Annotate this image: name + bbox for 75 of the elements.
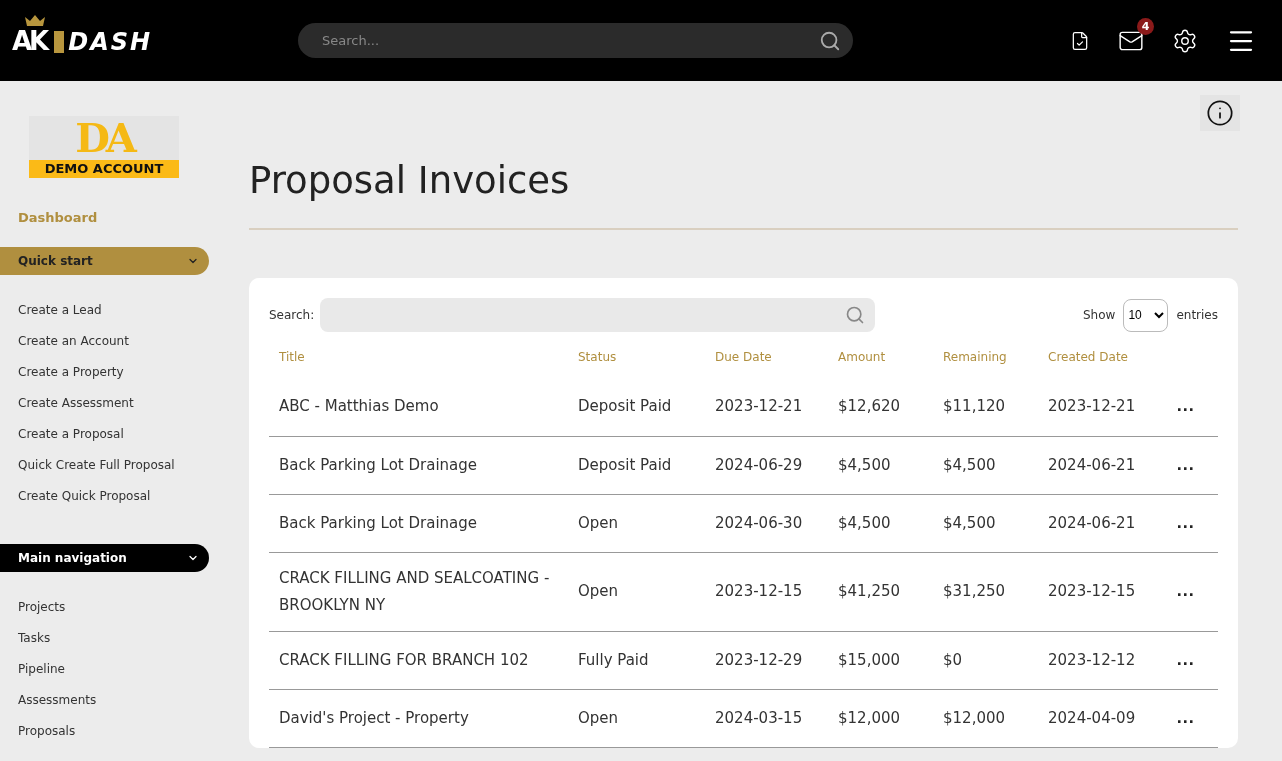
show-label: Show	[1083, 308, 1116, 322]
sidebar-item[interactable]: Quick Create Full Proposal	[18, 450, 210, 481]
row-actions-button[interactable]: ...	[1170, 394, 1201, 418]
table-cell: 2023-12-21	[1038, 378, 1161, 436]
table-cell: 2024-03-15	[705, 689, 828, 747]
sidebar-item[interactable]: Create an Account	[18, 326, 210, 357]
table-cell: $4,500	[828, 494, 933, 552]
table-cell: 2023-12-15	[1038, 552, 1161, 631]
table-cell: 2023-12-29	[705, 631, 828, 689]
table-cell: Back Parking Lot Drainage	[269, 494, 568, 552]
checklist-icon[interactable]	[1070, 30, 1090, 51]
row-actions-button[interactable]: ...	[1170, 579, 1201, 602]
table-cell: Deposit Paid	[568, 378, 705, 436]
table-cell: $12,000	[933, 689, 1038, 747]
table-cell: $41,250	[828, 552, 933, 631]
table-cell: 2024-06-21	[1038, 494, 1161, 552]
table-cell: 2023-12-15	[705, 552, 828, 631]
page-size-select[interactable]: 10	[1123, 298, 1169, 332]
search-field[interactable]: Search...	[298, 23, 853, 58]
search-label: Search:	[269, 308, 315, 322]
table-cell: $11,120	[933, 378, 1038, 436]
table-cell: $12,620	[828, 378, 933, 436]
table-cell: $0	[933, 631, 1038, 689]
table-cell: 2024-06-30	[705, 494, 828, 552]
page-title: Proposal Invoices	[249, 81, 1238, 230]
table-cell: Fully Paid	[568, 631, 705, 689]
table-cell: $31,250	[933, 552, 1038, 631]
info-icon	[1206, 98, 1234, 128]
table-cell: David's Project - Property	[269, 689, 568, 747]
sidebar-item[interactable]: Pipeline	[18, 654, 210, 685]
table-cell: $15,000	[828, 631, 933, 689]
settings-icon[interactable]	[1172, 27, 1198, 54]
account-logo: DA DEMO ACCOUNT	[29, 116, 179, 178]
row-actions-button[interactable]: ...	[1170, 510, 1201, 534]
sidebar-item[interactable]: Create a Property	[18, 357, 210, 388]
sidebar-item[interactable]: Assessments	[18, 685, 210, 716]
table-cell: Back Parking Lot Drainage	[269, 436, 568, 494]
search-icon[interactable]	[819, 29, 841, 52]
table-cell: $12,000	[828, 689, 933, 747]
table-cell: 2024-06-21	[1038, 436, 1161, 494]
search-placeholder: Search...	[322, 33, 380, 48]
table-cell: CRACK FILLING AND SEALCOATING - BROOKLYN NY	[269, 552, 568, 631]
sidebar-item[interactable]: Proposals	[18, 716, 210, 747]
sidebar-item[interactable]: Create Quick Proposal	[18, 481, 210, 512]
table-search-field[interactable]	[320, 298, 876, 332]
search-icon	[845, 305, 866, 325]
table-cell: Open	[568, 552, 705, 631]
table-cell: 2024-06-29	[705, 436, 828, 494]
row-actions-button[interactable]: ...	[1170, 452, 1201, 476]
sidebar-item[interactable]: Create Assessment	[18, 388, 210, 419]
table-cell: 2023-12-21	[705, 378, 828, 436]
table-cell: 2023-12-12	[1038, 631, 1161, 689]
section-header[interactable]: Quick start	[0, 247, 209, 275]
table-cell: $4,500	[828, 436, 933, 494]
row-actions-button[interactable]: ...	[1170, 647, 1201, 671]
table-cell: ABC - Matthias Demo	[269, 378, 568, 436]
table-cell: Open	[568, 494, 705, 552]
table-cell: Deposit Paid	[568, 436, 705, 494]
sidebar-item[interactable]: Projects	[18, 592, 210, 623]
notification-badge: 4	[1137, 17, 1154, 35]
logo-mark: AK	[12, 25, 47, 56]
section-header[interactable]: Main navigation	[0, 544, 209, 572]
table-cell: $4,500	[933, 436, 1038, 494]
row-actions-button[interactable]: ...	[1170, 705, 1201, 729]
sidebar-item[interactable]: Tasks	[18, 623, 210, 654]
table-cell: Open	[568, 689, 705, 747]
info-button[interactable]	[1200, 95, 1240, 131]
sidebar-item[interactable]: Create a Lead	[18, 295, 210, 326]
entries-label: entries	[1176, 308, 1218, 322]
table-cell: $4,500	[933, 494, 1038, 552]
table-cell: 2024-04-09	[1038, 689, 1161, 747]
logo-wordmark: DASH	[54, 30, 153, 53]
table-cell: CRACK FILLING FOR BRANCH 102	[269, 631, 568, 689]
sidebar-item[interactable]: Create a Proposal	[18, 419, 210, 450]
crown-icon	[24, 13, 46, 26]
